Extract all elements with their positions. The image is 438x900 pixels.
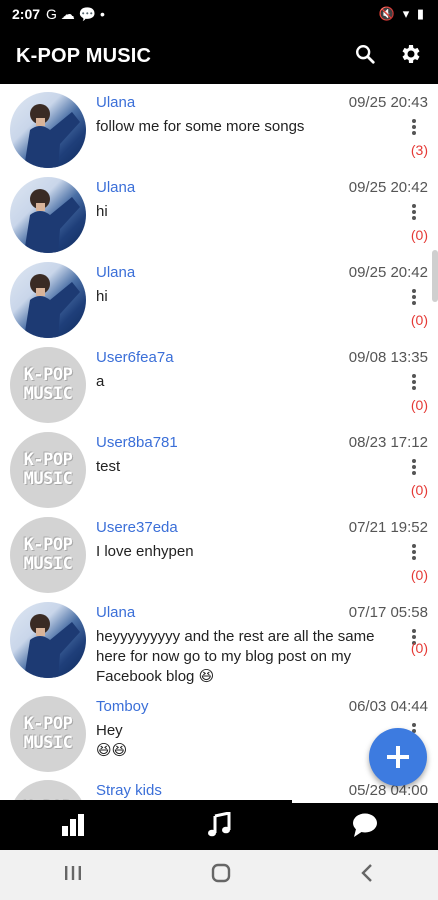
avatar-logo-line: K-POP xyxy=(23,365,73,385)
list-item[interactable]: Ulana 09/25 20:42 hi (0) xyxy=(0,169,438,254)
timestamp: 06/03 04:44 xyxy=(348,698,428,715)
more-options-icon[interactable] xyxy=(404,117,424,139)
list-item[interactable]: Ulana 07/17 05:58 heyyyyyyyyy and the re… xyxy=(0,594,438,688)
avatar-logo-line: MUSIC xyxy=(23,733,73,753)
timestamp: 09/25 20:42 xyxy=(348,264,428,281)
status-time: 2:07 xyxy=(12,6,41,22)
tab-chat[interactable] xyxy=(292,800,438,850)
username[interactable]: User8ba781 xyxy=(96,434,178,451)
message-text: heyyyyyyyyy and the rest are all the sam… xyxy=(96,628,375,685)
message-text: follow me for some more songs xyxy=(96,118,305,135)
username[interactable]: Ulana xyxy=(96,94,135,111)
list-item[interactable]: K-POP MUSIC Stray kids 05/28 04:00 xyxy=(0,772,438,800)
username[interactable]: Ulana xyxy=(96,604,135,621)
comment-count: (0) xyxy=(410,397,428,413)
app-bar: K-POP MUSIC xyxy=(0,28,438,84)
search-icon[interactable] xyxy=(354,43,376,70)
username[interactable]: Usere37eda xyxy=(96,519,178,536)
tab-chart[interactable] xyxy=(0,800,146,850)
home-icon[interactable] xyxy=(210,862,232,889)
comment-count: (0) xyxy=(410,482,428,498)
more-options-icon[interactable] xyxy=(404,457,424,479)
timestamp: 07/17 05:58 xyxy=(348,604,428,621)
avatar-logo-line: MUSIC xyxy=(23,554,73,574)
message-text: Hey 😆😆 xyxy=(96,722,128,759)
list-item[interactable]: Ulana 09/25 20:42 hi (0) xyxy=(0,254,438,339)
status-left-icons: G ☁ 💬 • xyxy=(46,5,105,22)
more-options-icon[interactable] xyxy=(404,542,424,564)
list-item[interactable]: K-POP MUSIC User6fea7a 09/08 13:35 a (0) xyxy=(0,339,438,424)
avatar[interactable]: K-POP MUSIC xyxy=(10,780,86,800)
avatar-logo-line: K-POP xyxy=(23,450,73,470)
timestamp: 09/08 13:35 xyxy=(348,349,428,366)
avatar[interactable]: K-POP MUSIC xyxy=(10,347,86,423)
music-icon xyxy=(208,812,231,837)
timestamp: 07/21 19:52 xyxy=(348,519,428,536)
more-options-icon[interactable] xyxy=(404,202,424,224)
message-text: a xyxy=(96,373,105,390)
comment-count: (0) xyxy=(410,312,428,328)
avatar[interactable] xyxy=(10,92,86,168)
scrollbar[interactable] xyxy=(432,250,438,302)
plus-icon xyxy=(387,746,409,768)
app-title: K-POP MUSIC xyxy=(16,44,152,67)
avatar-logo-line: MUSIC xyxy=(23,384,73,404)
recents-icon[interactable] xyxy=(63,864,83,887)
timestamp: 09/25 20:43 xyxy=(348,94,428,111)
timestamp: 09/25 20:42 xyxy=(348,179,428,196)
comment-count: (0) xyxy=(410,567,428,583)
username[interactable]: Tomboy xyxy=(96,698,149,715)
avatar[interactable]: K-POP MUSIC xyxy=(10,517,86,593)
tab-music[interactable] xyxy=(146,800,292,850)
username[interactable]: User6fea7a xyxy=(96,349,174,366)
message-text: I love enhypen xyxy=(96,543,194,560)
avatar[interactable] xyxy=(10,262,86,338)
avatar[interactable] xyxy=(10,177,86,253)
list-item[interactable]: K-POP MUSIC User8ba781 08/23 17:12 test … xyxy=(0,424,438,509)
bottom-navigation xyxy=(0,800,438,850)
comment-count: (0) xyxy=(410,640,428,656)
list-item[interactable]: K-POP MUSIC Usere37eda 07/21 19:52 I lov… xyxy=(0,509,438,594)
gear-icon[interactable] xyxy=(398,42,422,71)
comment-count: (0) xyxy=(410,227,428,243)
username[interactable]: Ulana xyxy=(96,264,135,281)
avatar[interactable]: K-POP MUSIC xyxy=(10,432,86,508)
username[interactable]: Ulana xyxy=(96,179,135,196)
message-text: hi xyxy=(96,203,108,220)
status-bar: 2:07 G ☁ 💬 • 🔇 ▾ ▮ xyxy=(0,0,438,28)
timestamp: 08/23 17:12 xyxy=(348,434,428,451)
message-text: test xyxy=(96,458,121,475)
comment-count: (3) xyxy=(410,142,428,158)
avatar[interactable] xyxy=(10,602,86,678)
avatar-logo-line: K-POP xyxy=(23,535,73,555)
chart-icon xyxy=(62,814,84,836)
back-icon[interactable] xyxy=(359,863,375,888)
more-options-icon[interactable] xyxy=(404,287,424,309)
chat-icon xyxy=(353,813,377,837)
avatar-logo-line: K-POP xyxy=(23,714,73,734)
add-post-button[interactable] xyxy=(369,728,427,786)
username[interactable]: Stray kids xyxy=(96,782,162,799)
more-options-icon[interactable] xyxy=(404,372,424,394)
message-text: hi xyxy=(96,288,108,305)
system-navigation xyxy=(0,850,438,900)
status-right-icons: 🔇 ▾ ▮ xyxy=(378,6,426,21)
message-feed[interactable]: Ulana 09/25 20:43 follow me for some mor… xyxy=(0,84,438,800)
avatar[interactable]: K-POP MUSIC xyxy=(10,696,86,772)
list-item[interactable]: Ulana 09/25 20:43 follow me for some mor… xyxy=(0,84,438,169)
avatar-logo-line: MUSIC xyxy=(23,469,73,489)
